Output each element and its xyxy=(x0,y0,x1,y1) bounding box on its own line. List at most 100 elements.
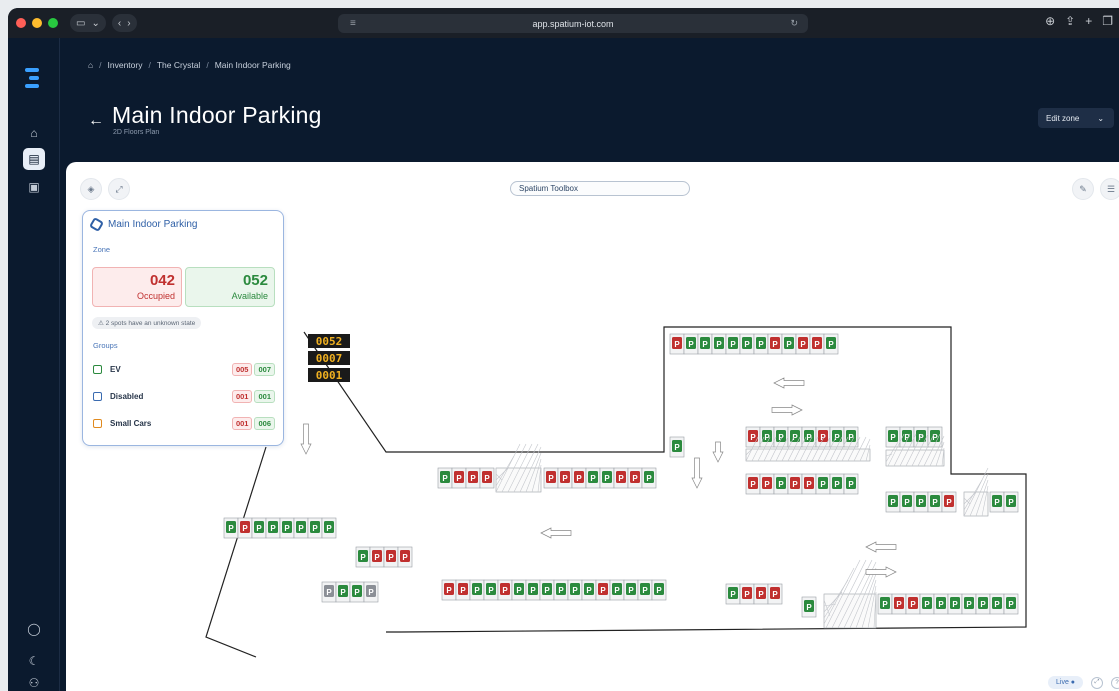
app-sidebar: ⌂ ▤ ▣ ◯ ☾ ⚇ xyxy=(8,38,60,691)
parking-icon: P xyxy=(502,586,508,595)
live-controls: Live ● ⤢ ? xyxy=(1048,676,1119,689)
parking-icon: P xyxy=(1008,600,1014,609)
parking-icon: P xyxy=(820,480,826,489)
home-icon[interactable]: ⌂ xyxy=(88,60,93,70)
occupied-stat: 042 Occupied xyxy=(92,267,182,307)
pencil-icon[interactable]: ✎ xyxy=(1072,178,1094,200)
warning-icon: ⚠ xyxy=(98,320,104,327)
breadcrumb-item-inventory[interactable]: Inventory xyxy=(108,60,143,70)
parking-icon: P xyxy=(932,433,938,442)
layers-icon[interactable]: ◈ xyxy=(80,178,102,200)
parking-icon: P xyxy=(772,590,778,599)
group-row-ev[interactable]: EV 005 007 xyxy=(93,361,275,377)
group-occupied-badge: 005 xyxy=(231,362,253,376)
spatium-logo[interactable] xyxy=(25,68,43,94)
parking-icon: P xyxy=(744,340,750,349)
direction-arrow xyxy=(865,541,897,553)
hatched-zone xyxy=(823,593,877,629)
parking-icon: P xyxy=(474,586,480,595)
fullscreen-icon[interactable]: ⤢ xyxy=(108,178,130,200)
help-icon[interactable]: ? xyxy=(1111,676,1119,689)
close-window-button[interactable] xyxy=(16,18,26,28)
nav-buttons[interactable]: ‹ › xyxy=(111,14,137,32)
parking-icon: P xyxy=(814,340,820,349)
breadcrumb-separator: / xyxy=(148,60,151,70)
groups-label: Groups xyxy=(93,341,118,350)
page-title: Main Indoor Parking xyxy=(112,102,322,128)
panel-title: Main Indoor Parking xyxy=(88,216,198,233)
users-icon[interactable]: ⚇ xyxy=(23,672,45,691)
parking-icon: P xyxy=(590,474,596,483)
parking-icon: P xyxy=(340,588,346,597)
parking-icon: P xyxy=(848,480,854,489)
parking-icon: P xyxy=(604,474,610,483)
led-display-value: 0052 xyxy=(316,335,343,348)
breadcrumb-item-building[interactable]: The Crystal xyxy=(157,60,200,70)
share-icon[interactable]: ⇪ xyxy=(1065,14,1075,28)
parking-icon: P xyxy=(896,600,902,609)
forward-nav-icon[interactable]: › xyxy=(127,18,130,29)
sidebar-toggle-button[interactable]: ▭ ⌄ xyxy=(70,14,106,32)
document-icon[interactable]: ▤ xyxy=(23,148,45,170)
direction-arrow xyxy=(773,377,805,389)
home-icon[interactable]: ⌂ xyxy=(23,122,45,144)
reload-icon[interactable]: ↻ xyxy=(790,18,798,29)
new-tab-icon[interactable]: + xyxy=(1085,14,1092,28)
direction-arrow xyxy=(540,527,572,539)
live-toggle[interactable]: Live ● xyxy=(1048,676,1084,689)
parking-icon: P xyxy=(792,433,798,442)
floor-plan-canvas[interactable]: PPPPPPPPPPPPPPPPPPPPPPPPPPPPPPPPPPPPPPPP… xyxy=(66,162,1119,691)
parking-icon: P xyxy=(544,586,550,595)
reader-icon[interactable]: ≡ xyxy=(350,18,356,29)
expand-icon[interactable]: ⤢ xyxy=(1091,676,1104,689)
moon-icon[interactable]: ☾ xyxy=(23,650,45,672)
parking-icon: P xyxy=(946,498,952,507)
parking-icon: P xyxy=(256,524,262,533)
group-row-small-cars[interactable]: Small Cars 001 006 xyxy=(93,415,275,431)
address-bar[interactable]: ≡ app.spatium-iot.com ↻ xyxy=(338,14,808,33)
parking-icon: P xyxy=(904,433,910,442)
parking-icon: P xyxy=(938,600,944,609)
minimize-window-button[interactable] xyxy=(32,18,42,28)
parking-icon: P xyxy=(642,586,648,595)
parking-icon: P xyxy=(758,590,764,599)
available-stat: 052 Available xyxy=(185,267,275,307)
parking-icon: P xyxy=(806,603,812,612)
group-row-disabled[interactable]: Disabled 001 001 xyxy=(93,388,275,404)
parking-icon: P xyxy=(312,524,318,533)
parking-icon: P xyxy=(806,480,812,489)
group-name: Small Cars xyxy=(110,418,152,428)
parking-icon: P xyxy=(562,474,568,483)
user-icon[interactable]: ◯ xyxy=(23,618,45,640)
page-subtitle: 2D Floors Plan xyxy=(113,129,160,136)
ev-icon xyxy=(93,364,102,374)
parking-icon: P xyxy=(484,474,490,483)
parking-icon: P xyxy=(828,340,834,349)
toolbox-label: Spatium Toolbox xyxy=(519,184,578,193)
browser-window: ▭ ⌄ ‹ › ≡ app.spatium-iot.com ↻ ⊕ ⇪ + ❐ ⌂ … xyxy=(8,8,1119,691)
back-arrow-icon[interactable]: ← xyxy=(88,112,104,130)
edit-zone-button[interactable]: Edit zone ⌄ xyxy=(1038,108,1114,128)
parking-icon: P xyxy=(270,524,276,533)
direction-arrow xyxy=(771,404,803,416)
parking-icon: P xyxy=(374,553,380,562)
parking-icon: P xyxy=(614,586,620,595)
parking-icon: P xyxy=(792,480,798,489)
parking-icon: P xyxy=(674,340,680,349)
maximize-window-button[interactable] xyxy=(48,18,58,28)
back-nav-icon[interactable]: ‹ xyxy=(118,18,121,29)
parking-icon: P xyxy=(470,474,476,483)
clipboard-icon[interactable]: ▣ xyxy=(23,176,45,198)
parking-icon: P xyxy=(744,590,750,599)
led-display-value: 0007 xyxy=(316,352,343,365)
tabs-icon[interactable]: ❐ xyxy=(1102,14,1113,28)
list-icon[interactable]: ☰ xyxy=(1100,178,1119,200)
download-icon[interactable]: ⊕ xyxy=(1045,14,1055,28)
parking-icon: P xyxy=(758,340,764,349)
parking-icon: P xyxy=(688,340,694,349)
live-label: Live xyxy=(1056,679,1069,686)
parking-icon: P xyxy=(326,524,332,533)
spatium-toolbox-input[interactable]: Spatium Toolbox xyxy=(510,181,690,196)
parking-icon: P xyxy=(656,586,662,595)
parking-icon: P xyxy=(298,524,304,533)
